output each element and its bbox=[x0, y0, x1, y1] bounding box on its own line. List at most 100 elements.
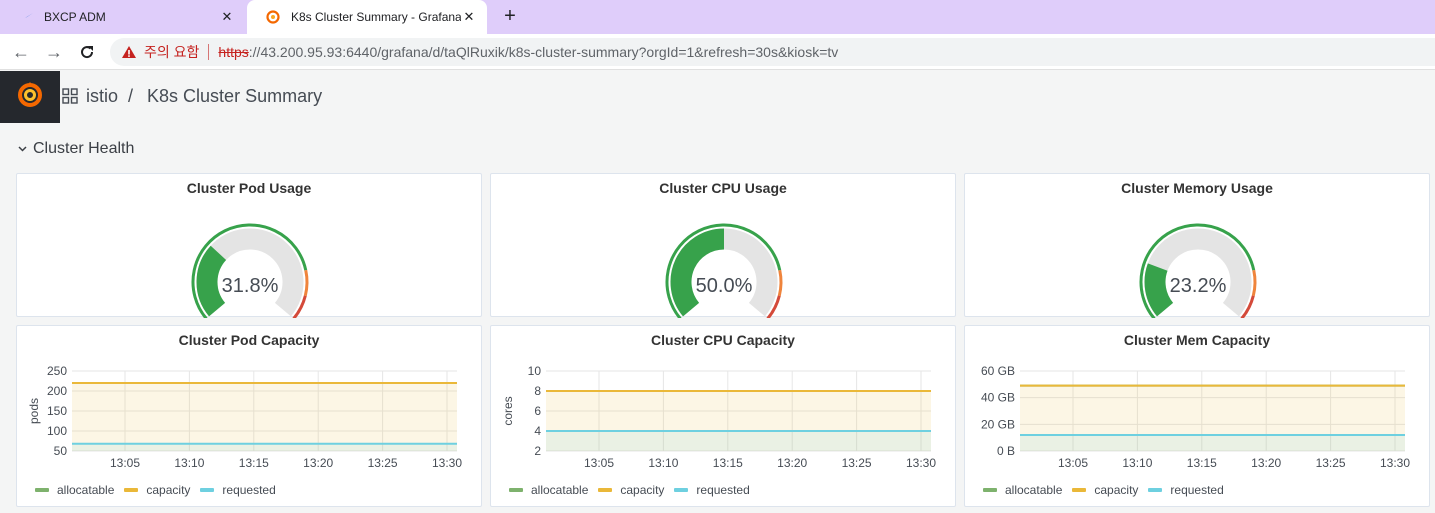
y-tick-label: 200 bbox=[47, 384, 67, 398]
panel-title[interactable]: Cluster CPU Capacity bbox=[491, 332, 955, 348]
legend: allocatable capacity requested bbox=[35, 483, 286, 497]
gauge-value: 23.2% bbox=[1170, 275, 1227, 297]
legend-item-capacity[interactable]: capacity bbox=[598, 483, 664, 497]
legend-item-requested[interactable]: requested bbox=[674, 483, 750, 497]
x-tick-label: 13:10 bbox=[174, 456, 204, 470]
grafana-favicon-icon bbox=[265, 9, 281, 25]
gauge: 23.2% bbox=[1139, 223, 1257, 318]
graph: 10 8 6 4 2 13:05 13:10 13:15 13:20 13:25 13:30 core… bbox=[501, 364, 936, 470]
row-cluster-health[interactable]: Cluster Health bbox=[18, 140, 134, 158]
y-tick-label: 250 bbox=[47, 364, 67, 378]
legend-swatch bbox=[124, 488, 139, 492]
y-tick-label: 2 bbox=[534, 444, 541, 458]
forward-arrow-icon[interactable]: → bbox=[43, 41, 65, 63]
tab-close-icon[interactable]: ✕ bbox=[461, 9, 477, 25]
breadcrumb-folder[interactable]: istio bbox=[86, 86, 118, 107]
dashboards-grid-icon[interactable] bbox=[62, 88, 78, 104]
legend-swatch bbox=[1072, 488, 1087, 492]
address-separator bbox=[208, 44, 210, 60]
legend-swatch bbox=[674, 488, 689, 492]
legend-item-allocatable[interactable]: allocatable bbox=[509, 483, 588, 497]
row-title: Cluster Health bbox=[33, 140, 135, 157]
gauge: 50.0% bbox=[665, 223, 783, 318]
legend-item-allocatable[interactable]: allocatable bbox=[983, 483, 1062, 497]
x-tick-label: 13:25 bbox=[368, 456, 398, 470]
legend-swatch bbox=[200, 488, 215, 492]
legend: allocatable capacity requested bbox=[983, 483, 1234, 497]
panel-cluster-pod-capacity[interactable]: Cluster Pod Capacity 250 200 150 100 50 13:05… bbox=[16, 325, 482, 507]
legend-swatch bbox=[983, 488, 997, 492]
capacity-area bbox=[72, 383, 457, 451]
tab-title: BXCP ADM bbox=[44, 10, 106, 24]
browser-tab-bxcp[interactable]: BXCP ADM ✕ bbox=[0, 0, 245, 34]
legend-label: allocatable bbox=[1005, 483, 1063, 497]
tab-close-icon[interactable]: ✕ bbox=[219, 9, 235, 25]
panel-cluster-mem-capacity[interactable]: Cluster Mem Capacity 60 GB 40 GB 20 GB 0 B 1… bbox=[964, 325, 1430, 507]
requested-area bbox=[1020, 435, 1405, 451]
legend-item-requested[interactable]: requested bbox=[1148, 483, 1224, 497]
y-tick-label: 0 B bbox=[997, 444, 1015, 458]
graph: 60 GB 40 GB 20 GB 0 B 13:05 13:10 13:15 13:20 13… bbox=[981, 364, 1410, 470]
y-axis-label: cores bbox=[501, 396, 515, 425]
legend-label: allocatable bbox=[531, 483, 589, 497]
legend-swatch bbox=[35, 488, 49, 492]
legend-item-capacity[interactable]: capacity bbox=[124, 483, 190, 497]
panel-cluster-cpu-usage[interactable]: Cluster CPU Usage 50.0% bbox=[490, 173, 956, 318]
address-bar[interactable]: 주의 요함 https://43.200.95.93:6440/grafana/… bbox=[110, 38, 1435, 66]
legend-item-allocatable[interactable]: allocatable bbox=[35, 483, 114, 497]
chevron-down-icon[interactable] bbox=[18, 144, 27, 155]
legend-swatch bbox=[598, 488, 613, 492]
y-tick-label: 4 bbox=[534, 424, 541, 438]
x-tick-label: 13:20 bbox=[1251, 456, 1281, 470]
legend-item-requested[interactable]: requested bbox=[200, 483, 276, 497]
warning-triangle-icon[interactable] bbox=[120, 43, 138, 61]
y-tick-label: 100 bbox=[47, 424, 67, 438]
y-tick-label: 60 GB bbox=[981, 364, 1015, 378]
url-text: ://43.200.95.93:6440/grafana/d/taQlRuxik… bbox=[248, 44, 839, 60]
back-arrow-icon[interactable]: ← bbox=[10, 41, 32, 63]
x-tick-label: 13:15 bbox=[239, 456, 269, 470]
y-tick-label: 10 bbox=[528, 364, 542, 378]
url-protocol: https bbox=[218, 44, 249, 60]
x-tick-label: 13:05 bbox=[110, 456, 140, 470]
y-axis-label: pods bbox=[27, 398, 41, 424]
grafana-sidebar bbox=[0, 71, 60, 123]
legend-item-capacity[interactable]: capacity bbox=[1072, 483, 1138, 497]
gauge-threshold-orange bbox=[1251, 269, 1257, 297]
grafana-logo-icon[interactable] bbox=[16, 81, 44, 114]
x-tick-label: 13:30 bbox=[1380, 456, 1410, 470]
legend-label: requested bbox=[696, 483, 750, 497]
browser-tab-grafana[interactable]: K8s Cluster Summary - Grafana ✕ bbox=[247, 0, 487, 34]
y-tick-label: 6 bbox=[534, 404, 541, 418]
legend: allocatable capacity requested bbox=[509, 483, 760, 497]
panel-cluster-cpu-capacity[interactable]: Cluster CPU Capacity 10 8 6 4 2 13:05 13:10 13:… bbox=[490, 325, 956, 507]
gauge-value-arc bbox=[196, 245, 227, 317]
new-tab-icon[interactable]: + bbox=[499, 5, 521, 27]
breadcrumb-separator: / bbox=[128, 85, 134, 106]
panel-title[interactable]: Cluster Mem Capacity bbox=[965, 332, 1429, 348]
graph: 250 200 150 100 50 13:05 13:10 13:15 13:20 13:25 1… bbox=[27, 364, 462, 470]
bxcp-favicon-icon bbox=[18, 9, 34, 25]
gauge: 31.8% bbox=[191, 223, 309, 318]
panel-title[interactable]: Cluster Pod Capacity bbox=[17, 332, 481, 348]
legend-label: requested bbox=[222, 483, 276, 497]
gauge-value: 31.8% bbox=[222, 275, 279, 297]
legend-swatch bbox=[1148, 488, 1163, 492]
panel-cluster-pod-usage[interactable]: Cluster Pod Usage 31.8% bbox=[16, 173, 482, 318]
browser-toolbar: ← → 주의 요함 https://43.200.95.93:6440/graf… bbox=[0, 34, 1435, 70]
y-tick-label: 50 bbox=[54, 444, 68, 458]
dashboard-title[interactable]: K8s Cluster Summary bbox=[147, 86, 322, 107]
gauge-threshold-orange bbox=[303, 269, 309, 297]
requested-area bbox=[546, 431, 931, 451]
x-tick-label: 13:15 bbox=[1187, 456, 1217, 470]
x-tick-label: 13:15 bbox=[713, 456, 743, 470]
x-tick-label: 13:30 bbox=[432, 456, 462, 470]
gauge-value-arc bbox=[1144, 263, 1174, 317]
panel-cluster-memory-usage[interactable]: Cluster Memory Usage 23.2% bbox=[964, 173, 1430, 318]
legend-label: requested bbox=[1170, 483, 1224, 497]
reload-icon[interactable] bbox=[76, 41, 98, 63]
x-tick-label: 13:25 bbox=[1316, 456, 1346, 470]
legend-label: allocatable bbox=[57, 483, 115, 497]
tab-title: K8s Cluster Summary - Grafana bbox=[291, 10, 461, 24]
security-warning-label[interactable]: 주의 요함 bbox=[144, 42, 199, 62]
